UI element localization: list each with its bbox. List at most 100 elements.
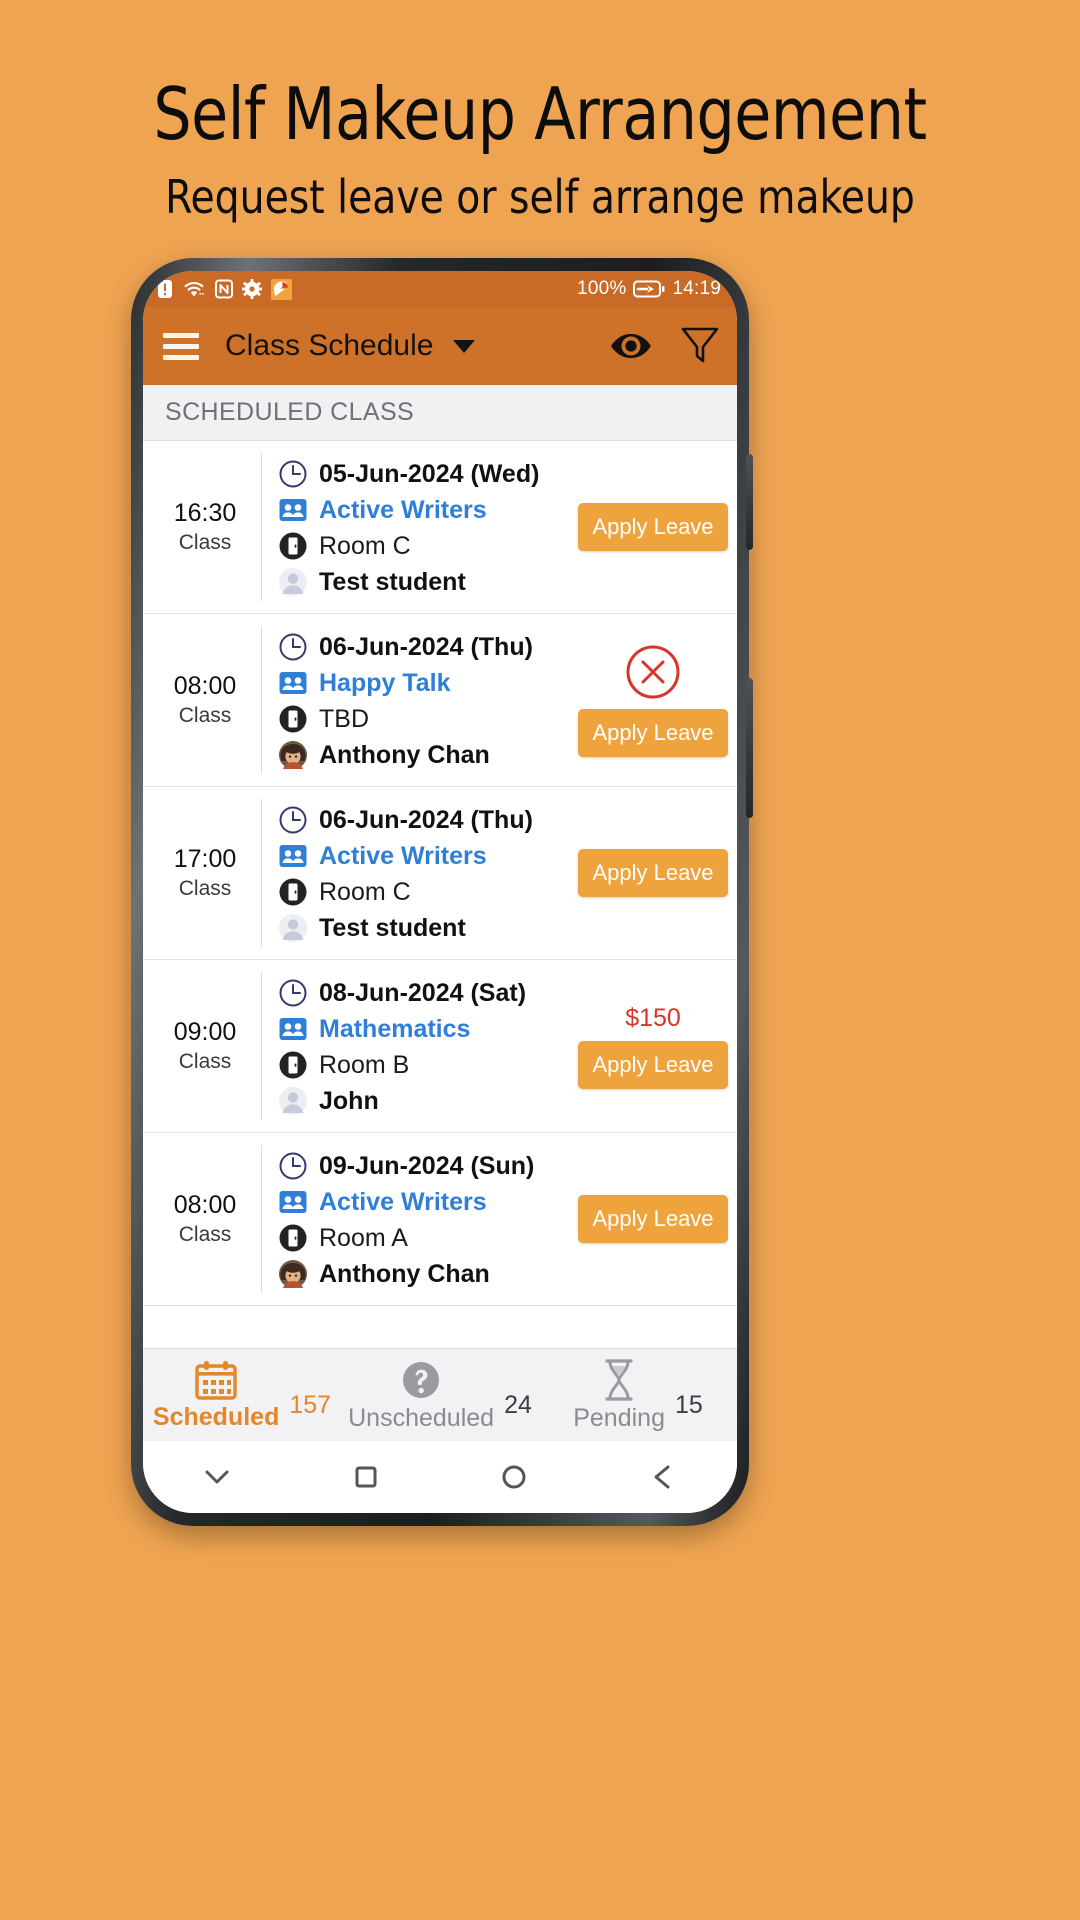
apply-leave-button[interactable]: Apply Leave (578, 849, 728, 897)
row-class-name[interactable]: Active Writers (319, 493, 487, 527)
row-time-label: Class (178, 1050, 232, 1073)
table-row[interactable]: 08:00 Class 09-Jun-2024 (Sun) Active Wri… (143, 1133, 737, 1306)
row-room-line: Room C (278, 875, 577, 909)
calendar-icon (195, 1360, 237, 1400)
tab-scheduled[interactable]: Scheduled 157 (143, 1349, 341, 1441)
row-time-column: 16:30 Class (143, 453, 261, 601)
row-student: Test student (319, 914, 466, 942)
row-student-line: Anthony Chan (278, 1257, 577, 1291)
row-class-name[interactable]: Active Writers (319, 839, 487, 873)
group-class-icon (279, 845, 307, 867)
table-row[interactable]: 17:00 Class 06-Jun-2024 (Thu) Active Wri… (143, 787, 737, 960)
row-class-line[interactable]: Happy Talk (278, 666, 577, 700)
apply-leave-button[interactable]: Apply Leave (578, 709, 728, 757)
cancel-class-icon[interactable] (624, 643, 682, 701)
row-room: Room C (319, 878, 411, 906)
tab-count: 157 (289, 1390, 332, 1419)
row-class-name[interactable]: Mathematics (319, 1012, 470, 1046)
tab-icon-label: Pending (573, 1358, 665, 1433)
hourglass-icon (605, 1358, 633, 1401)
generic-avatar-icon (279, 914, 307, 942)
table-row[interactable]: 16:30 Class 05-Jun-2024 (Wed) Active Wri… (143, 441, 737, 614)
generic-avatar-icon (279, 568, 307, 596)
volume-button[interactable] (746, 454, 753, 550)
row-room: Room B (319, 1051, 410, 1079)
back-triangle-icon[interactable] (643, 1457, 683, 1497)
app-badge-icon (271, 278, 292, 300)
collapse-keyboard-icon[interactable] (197, 1457, 237, 1497)
status-bar-right: 100% 14:19 (577, 278, 721, 300)
row-date: 09-Jun-2024 (Sun) (319, 1152, 535, 1180)
row-detail-column: 06-Jun-2024 (Thu) Happy Talk TBD Anthony… (261, 626, 577, 774)
row-student: John (319, 1087, 379, 1115)
power-button[interactable] (746, 678, 753, 818)
row-class-name[interactable]: Active Writers (319, 1185, 487, 1219)
group-class-icon (279, 1191, 307, 1213)
row-room-line: Room C (278, 529, 577, 563)
home-circle-icon[interactable] (494, 1457, 534, 1497)
chevron-down-icon[interactable] (453, 339, 476, 353)
tab-icon-label: Unscheduled (348, 1358, 494, 1433)
tab-icon-label: Scheduled (153, 1359, 279, 1432)
room-door-icon (279, 1224, 307, 1252)
apply-leave-button[interactable]: Apply Leave (578, 503, 728, 551)
row-student: Anthony Chan (319, 741, 490, 769)
room-door-icon (279, 532, 307, 560)
phone-screen: 100% 14:19 Class Schedule SCHEDULED CLAS… (143, 271, 737, 1513)
row-date-line: 05-Jun-2024 (Wed) (278, 457, 577, 491)
tab-unscheduled[interactable]: Unscheduled 24 (341, 1349, 539, 1441)
row-class-name[interactable]: Happy Talk (319, 666, 451, 700)
row-detail-column: 05-Jun-2024 (Wed) Active Writers Room C … (261, 453, 577, 601)
app-bar: Class Schedule (143, 307, 737, 385)
photo-avatar-icon (279, 741, 307, 769)
app-bar-title: Class Schedule (225, 329, 434, 362)
row-date-line: 06-Jun-2024 (Thu) (278, 803, 577, 837)
table-row[interactable]: 08:00 Class 06-Jun-2024 (Thu) Happy Talk (143, 614, 737, 787)
wifi-icon (184, 282, 204, 297)
row-date: 05-Jun-2024 (Wed) (319, 460, 540, 488)
tab-pending[interactable]: Pending 15 (539, 1349, 737, 1441)
row-date-line: 09-Jun-2024 (Sun) (278, 1149, 577, 1183)
phone-mockup: 100% 14:19 Class Schedule SCHEDULED CLAS… (131, 258, 753, 1526)
row-time-column: 09:00 Class (143, 972, 261, 1120)
row-date-line: 08-Jun-2024 (Sat) (278, 976, 577, 1010)
apply-leave-button[interactable]: Apply Leave (578, 1195, 728, 1243)
row-room-line: Room B (278, 1048, 577, 1082)
tab-count: 15 (674, 1390, 703, 1419)
row-time-column: 08:00 Class (143, 626, 261, 774)
clock-icon (279, 806, 307, 834)
page-subtitle: Request leave or self arrange makeup (165, 170, 915, 224)
table-row[interactable]: 09:00 Class 08-Jun-2024 (Sat) Mathematic… (143, 960, 737, 1133)
class-list[interactable]: 16:30 Class 05-Jun-2024 (Wed) Active Wri… (143, 441, 737, 1348)
row-class-line[interactable]: Active Writers (278, 493, 577, 527)
status-bar: 100% 14:19 (143, 271, 737, 307)
row-class-line[interactable]: Mathematics (278, 1012, 577, 1046)
row-class-line[interactable]: Active Writers (278, 1185, 577, 1219)
row-time-label: Class (178, 877, 232, 900)
generic-avatar-icon (279, 1087, 307, 1115)
row-time-label: Class (178, 531, 232, 554)
row-date: 06-Jun-2024 (Thu) (319, 806, 533, 834)
nfc-icon (215, 279, 233, 299)
page-title: Self Makeup Arrangement (153, 72, 927, 156)
row-student-line: Test student (278, 565, 577, 599)
row-room: Room A (319, 1224, 408, 1252)
row-class-line[interactable]: Active Writers (278, 839, 577, 873)
group-class-icon (279, 499, 307, 521)
row-date: 08-Jun-2024 (Sat) (319, 979, 527, 1007)
promo-header: Self Makeup Arrangement Request leave or… (0, 0, 1080, 224)
clock-icon (279, 1152, 307, 1180)
recents-square-icon[interactable] (346, 1457, 386, 1497)
row-time-column: 08:00 Class (143, 1145, 261, 1293)
row-time-label: Class (178, 1223, 232, 1246)
row-student: Anthony Chan (319, 1260, 490, 1288)
question-mark-icon (403, 1361, 440, 1398)
eye-icon[interactable] (609, 331, 653, 361)
filter-funnel-icon[interactable] (681, 326, 719, 366)
row-room-line: Room A (278, 1221, 577, 1255)
tab-label: Scheduled (152, 1402, 280, 1431)
hamburger-menu-icon[interactable] (163, 332, 199, 360)
apply-leave-button[interactable]: Apply Leave (578, 1040, 728, 1089)
row-action-column: Apply Leave (577, 1145, 737, 1293)
row-time-label: Class (178, 704, 232, 727)
